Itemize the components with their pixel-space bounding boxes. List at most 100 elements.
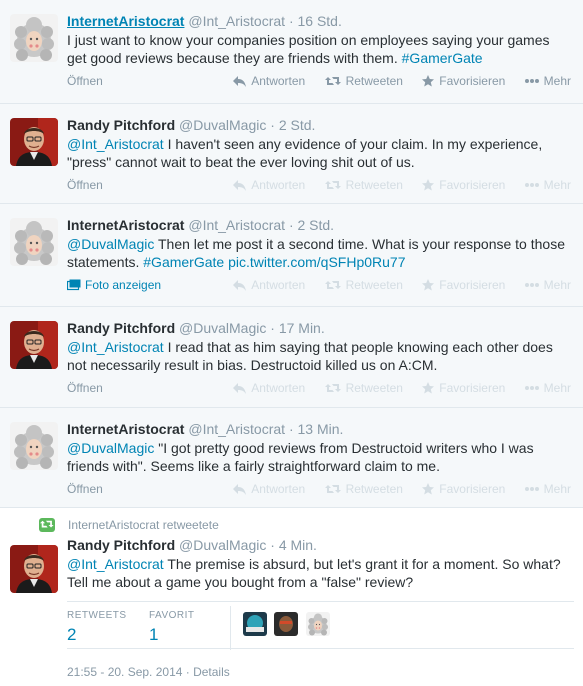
tweet-text: @DuvalMagic Then let me post it a second… — [67, 235, 567, 271]
star-icon — [422, 382, 435, 394]
star-icon — [422, 75, 435, 87]
more-button[interactable]: Mehr — [524, 479, 571, 499]
reply-button[interactable]: Antworten — [233, 378, 305, 398]
avatar[interactable] — [10, 118, 58, 166]
author-name[interactable]: InternetAristocrat — [67, 217, 184, 233]
wig-avatar-image — [10, 14, 58, 62]
tweet-item[interactable]: Randy Pitchford @DuvalMagic · 17 Min. @I… — [0, 307, 583, 408]
mention-link[interactable]: @Int_Aristocrat — [67, 556, 164, 572]
tweet-time[interactable]: · 17 Min. — [270, 320, 324, 336]
avatar[interactable] — [10, 321, 58, 369]
retweets-stat[interactable]: RETWEETS 2 — [67, 610, 127, 645]
avatar[interactable] — [10, 422, 58, 470]
tweet-time[interactable]: · 13 Min. — [289, 421, 343, 437]
author-username[interactable]: @DuvalMagic — [179, 537, 266, 553]
tweet-footer: Foto anzeigen Antworten Retweeten Favori… — [66, 275, 571, 295]
retweet-button[interactable]: Retweeten — [324, 275, 403, 295]
expand-link[interactable]: Öffnen — [67, 71, 103, 91]
tweet-text: @Int_Aristocrat The premise is absurd, b… — [67, 555, 567, 591]
favorite-button[interactable]: Favorisieren — [422, 275, 505, 295]
retweet-icon — [324, 281, 341, 289]
reply-button[interactable]: Antworten — [233, 175, 305, 195]
favorite-label: Favorisieren — [439, 278, 506, 292]
hashtag-link[interactable]: #GamerGate — [402, 50, 483, 66]
retweet-button[interactable]: Retweeten — [324, 479, 403, 499]
expand-link[interactable]: Öffnen — [67, 378, 103, 398]
author-username[interactable]: @DuvalMagic — [179, 320, 266, 336]
favoriter-avatar[interactable] — [274, 612, 299, 636]
more-button[interactable]: Mehr — [524, 378, 571, 398]
author-name[interactable]: InternetAristocrat — [67, 13, 184, 29]
reply-button[interactable]: Antworten — [233, 479, 305, 499]
retweet-button[interactable]: Retweeten — [324, 175, 403, 195]
mention-link[interactable]: @DuvalMagic — [67, 440, 154, 456]
more-label: Mehr — [543, 381, 571, 395]
retweets-count[interactable]: 2 — [67, 625, 127, 645]
more-button[interactable]: Mehr — [524, 175, 571, 195]
retweet-icon — [324, 181, 341, 189]
favorite-button[interactable]: Favorisieren — [422, 175, 505, 195]
favorite-button[interactable]: Favorisieren — [422, 479, 505, 499]
favoriter-avatar[interactable] — [305, 612, 330, 636]
tweet-actions: Antworten Retweeten Favorisieren Mehr — [217, 479, 571, 499]
tweet-header: InternetAristocrat @Int_Aristocrat · 13 … — [67, 420, 571, 438]
favorite-button[interactable]: Favorisieren — [422, 71, 505, 91]
mention-link[interactable]: @DuvalMagic — [67, 236, 154, 252]
randy-avatar-image — [10, 118, 58, 166]
retweet-button[interactable]: Retweeten — [324, 71, 403, 91]
author-username[interactable]: @Int_Aristocrat — [188, 421, 285, 437]
tweet-time[interactable]: · 2 Std. — [270, 117, 315, 133]
tweet-time[interactable]: · 16 Std. — [289, 13, 342, 29]
favoriter-avatar[interactable] — [243, 612, 267, 636]
tweet-item[interactable]: InternetAristocrat @Int_Aristocrat · 16 … — [0, 0, 583, 104]
tweet-footer: Öffnen Antworten Retweeten Favorisieren … — [67, 175, 571, 195]
more-button[interactable]: Mehr — [524, 71, 571, 91]
retweet-button[interactable]: Retweeten — [324, 378, 403, 398]
reply-icon — [233, 383, 247, 394]
tweet-item[interactable]: InternetAristocrat @Int_Aristocrat · 13 … — [0, 408, 583, 508]
hashtag-link[interactable]: #GamerGate — [143, 254, 224, 270]
author-name[interactable]: Randy Pitchford — [67, 117, 175, 133]
tweet-text: @Int_Aristocrat I read that as him sayin… — [67, 338, 567, 374]
more-button[interactable]: Mehr — [524, 275, 571, 295]
favorite-button[interactable]: Favorisieren — [422, 378, 505, 398]
pic-link[interactable]: pic.twitter.com/qSFHp0Ru77 — [224, 254, 405, 270]
more-label: Mehr — [543, 482, 571, 496]
tweet-timestamp[interactable]: 21:55 - 20. Sep. 2014 · Details — [67, 665, 571, 679]
expanded-tweet: InternetAristocrat retweetete Randy Pitc… — [0, 508, 583, 686]
star-icon — [422, 179, 435, 191]
tweet-text: I just want to know your companies posit… — [67, 31, 567, 67]
avatar[interactable] — [10, 218, 58, 266]
reply-icon — [233, 76, 247, 87]
author-name[interactable]: InternetAristocrat — [67, 421, 184, 437]
expand-link[interactable]: Öffnen — [67, 479, 103, 499]
reply-icon — [233, 280, 247, 291]
show-photo-link[interactable]: Foto anzeigen — [66, 275, 161, 295]
avatar[interactable] — [10, 545, 58, 593]
reply-button[interactable]: Antworten — [233, 275, 305, 295]
expand-link[interactable]: Öffnen — [67, 175, 103, 195]
more-label: Mehr — [543, 278, 571, 292]
tweet-item[interactable]: InternetAristocrat @Int_Aristocrat · 2 S… — [0, 204, 583, 307]
more-label: Mehr — [543, 74, 571, 88]
tweet-item[interactable]: Randy Pitchford @DuvalMagic · 2 Std. @In… — [0, 104, 583, 204]
reply-button[interactable]: Antworten — [233, 71, 305, 91]
author-username[interactable]: @Int_Aristocrat — [188, 13, 285, 29]
author-name[interactable]: Randy Pitchford — [67, 320, 175, 336]
mention-link[interactable]: @Int_Aristocrat — [67, 136, 164, 152]
author-name[interactable]: Randy Pitchford — [67, 537, 175, 553]
tweet-time[interactable]: · 4 Min. — [270, 537, 317, 553]
mention-link[interactable]: @Int_Aristocrat — [67, 339, 164, 355]
retweet-context-label[interactable]: InternetAristocrat retweetete — [68, 518, 219, 532]
author-username[interactable]: @Int_Aristocrat — [188, 217, 285, 233]
favorites-count[interactable]: 1 — [149, 625, 195, 645]
wig-avatar-image — [305, 612, 330, 636]
more-icon — [524, 183, 539, 187]
tweet-time[interactable]: · 2 Std. — [289, 217, 334, 233]
favorites-stat[interactable]: FAVORIT 1 — [149, 610, 195, 645]
avatar[interactable] — [10, 14, 58, 62]
author-username[interactable]: @DuvalMagic — [179, 117, 266, 133]
retweet-context-icon — [39, 518, 55, 532]
tweet-text: @DuvalMagic "I got pretty good reviews f… — [67, 439, 567, 475]
reply-icon — [233, 180, 247, 191]
